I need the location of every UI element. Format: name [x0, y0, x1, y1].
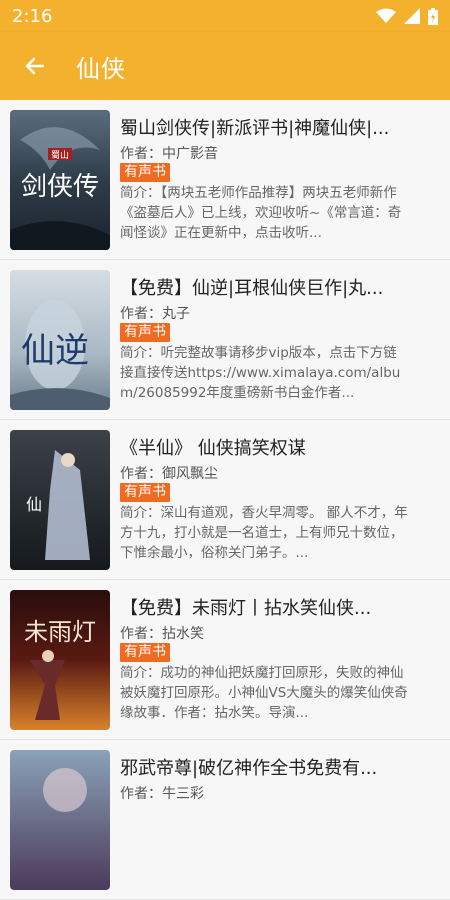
back-arrow-icon	[25, 57, 45, 75]
cover-title-text: 未雨灯	[24, 618, 96, 646]
book-list: 蜀山 剑侠传 蜀山剑侠传|新派评书|神魔仙侠|... 作者：中广影音 有声书 简…	[0, 100, 450, 900]
book-item[interactable]: 邪武帝尊|破亿神作全书免费有... 作者：牛三彩	[0, 740, 450, 900]
book-title: 邪武帝尊|破亿神作全书免费有...	[120, 758, 378, 779]
book-cover[interactable]: 仙	[10, 430, 110, 570]
page-title: 仙侠	[76, 54, 126, 83]
book-title: 蜀山剑侠传|新派评书|神魔仙侠|...	[120, 118, 390, 139]
status-bar: 2:16	[0, 0, 450, 32]
book-description: 简介：成功的神仙把妖魔打回原形，失败的神仙被妖魔打回原形。小神仙VS大魔头的爆笑…	[120, 665, 408, 721]
app-bar: 仙侠	[0, 32, 450, 100]
status-icons	[376, 7, 438, 25]
book-author: 作者：御风飘尘	[120, 466, 218, 482]
book-item[interactable]: 仙 《半仙》 仙侠搞笑权谋 作者：御风飘尘 有声书 简介：深山有道观，香火早凋零…	[0, 420, 450, 580]
book-title: 《半仙》 仙侠搞笑权谋	[120, 438, 306, 459]
book-cover[interactable]: 蜀山 剑侠传	[10, 110, 110, 250]
book-title: 【免费】未雨灯丨拈水笑仙侠...	[120, 598, 372, 619]
book-cover[interactable]: 未雨灯	[10, 590, 110, 730]
cover-title-text: 仙	[26, 495, 42, 514]
back-button[interactable]	[0, 32, 70, 100]
cover-title-text: 仙逆	[21, 331, 89, 371]
audiobook-badge: 有声书	[120, 323, 170, 342]
book-description: 简介：听完整故事请移步vip版本，点击下方链接直接传送https://www.x…	[120, 345, 401, 401]
book-item[interactable]: 蜀山 剑侠传 蜀山剑侠传|新派评书|神魔仙侠|... 作者：中广影音 有声书 简…	[0, 100, 450, 260]
svg-text:蜀山: 蜀山	[51, 150, 69, 161]
audiobook-badge: 有声书	[120, 643, 170, 662]
cover-title-text: 剑侠传	[21, 172, 99, 202]
book-description: 简介：【两块五老师作品推荐】两块五老师新作《盗墓后人》已上线，欢迎收听~《常言道…	[120, 185, 402, 241]
book-item[interactable]: 未雨灯 【免费】未雨灯丨拈水笑仙侠... 作者：拈水笑 有声书 简介：成功的神仙…	[0, 580, 450, 740]
book-author: 作者：牛三彩	[120, 786, 204, 802]
book-cover[interactable]: 仙逆	[10, 270, 110, 410]
book-author: 作者：拈水笑	[120, 626, 204, 642]
status-time: 2:16	[12, 5, 53, 27]
book-author: 作者：中广影音	[120, 146, 218, 162]
book-title: 【免费】仙逆|耳根仙侠巨作|丸...	[120, 278, 384, 299]
book-author: 作者：丸子	[120, 306, 190, 322]
audiobook-badge: 有声书	[120, 163, 170, 182]
wifi-icon	[376, 8, 396, 23]
battery-icon	[428, 7, 438, 25]
book-description: 简介：深山有道观，香火早凋零。 鄙人不才，年方十九，打小就是一名道士，上有师兄十…	[120, 505, 408, 561]
book-cover[interactable]	[10, 750, 110, 890]
book-item[interactable]: 仙逆 【免费】仙逆|耳根仙侠巨作|丸... 作者：丸子 有声书 简介：听完整故事…	[0, 260, 450, 420]
signal-icon	[404, 8, 420, 24]
audiobook-badge: 有声书	[120, 483, 170, 502]
